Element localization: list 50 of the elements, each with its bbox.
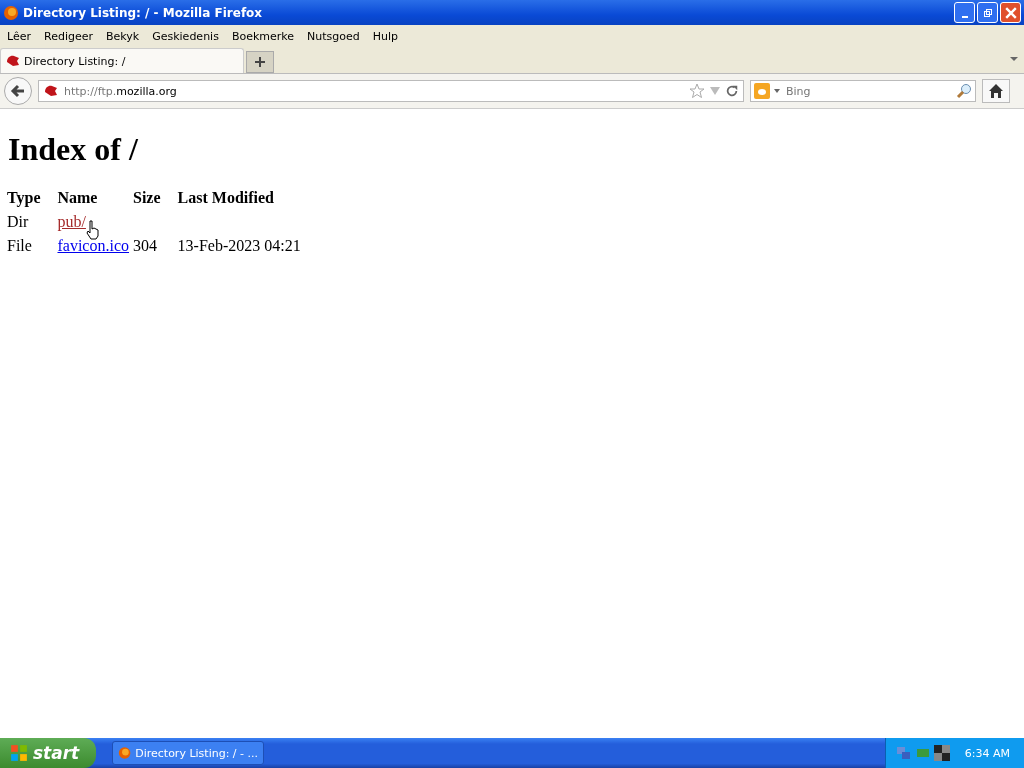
- window-title: Directory Listing: / - Mozilla Firefox: [23, 5, 264, 20]
- tab-list-icon[interactable]: [1010, 57, 1018, 61]
- close-button[interactable]: [1000, 2, 1021, 23]
- bookmark-star-icon[interactable]: [689, 83, 705, 99]
- table-cell: 304: [133, 237, 157, 254]
- plus-icon: [254, 56, 266, 68]
- close-icon: [1004, 6, 1017, 19]
- tray-app-icon[interactable]: [933, 745, 950, 761]
- menu-item[interactable]: Geskiedenis: [147, 29, 227, 43]
- file-link[interactable]: favicon.ico: [57, 237, 129, 254]
- menu-item[interactable]: Nutsgoed: [302, 29, 368, 43]
- reload-icon[interactable]: [725, 84, 739, 98]
- address-bar[interactable]: http://ftp.mozilla.org: [38, 80, 744, 102]
- table-cell: 13-Feb-2023 04:21: [177, 237, 301, 254]
- file-link[interactable]: pub/: [57, 213, 86, 230]
- menu-item[interactable]: Lêer: [2, 29, 39, 43]
- dinosaur-icon: [5, 53, 21, 69]
- search-icon[interactable]: [956, 83, 972, 99]
- menu-item[interactable]: Hulp: [367, 29, 407, 43]
- firefox-icon: [118, 745, 132, 761]
- column-header: Name: [56, 188, 99, 208]
- restore-icon: [982, 7, 993, 18]
- page-heading: Index of /: [8, 131, 139, 168]
- back-arrow-icon: [10, 83, 26, 99]
- minimize-icon: [961, 15, 968, 18]
- column-header: Type: [6, 188, 42, 209]
- browser-tab[interactable]: Directory Listing: /: [0, 48, 244, 73]
- windows-flag-icon: [10, 744, 28, 762]
- search-bar[interactable]: Bing: [750, 80, 976, 102]
- column-header: Last Modified: [176, 188, 275, 208]
- taskbar-button[interactable]: Directory Listing: / - ...: [112, 741, 264, 765]
- menu-item[interactable]: Bekyk: [101, 29, 148, 43]
- back-button[interactable]: [4, 77, 32, 105]
- table-cell: Dir: [7, 213, 29, 230]
- hand-cursor-icon: [86, 220, 101, 240]
- home-button[interactable]: [982, 79, 1010, 103]
- url-text: http://ftp.mozilla.org: [64, 84, 178, 98]
- minimize-button[interactable]: [954, 2, 975, 23]
- menu-item[interactable]: Boekmerke: [226, 29, 303, 43]
- firefox-icon: [3, 4, 19, 21]
- dropdown-icon[interactable]: [774, 89, 780, 93]
- tab-title: Directory Listing: /: [24, 54, 126, 68]
- home-icon: [988, 83, 1004, 99]
- site-dinosaur-icon: [43, 83, 59, 99]
- table-cell: File: [7, 237, 32, 254]
- restore-button[interactable]: [977, 2, 998, 23]
- new-tab-button[interactable]: [246, 51, 274, 73]
- menu-item[interactable]: Redigeer: [39, 29, 101, 43]
- column-header: Size: [132, 188, 162, 208]
- clock: 6:34 AM: [964, 746, 1010, 760]
